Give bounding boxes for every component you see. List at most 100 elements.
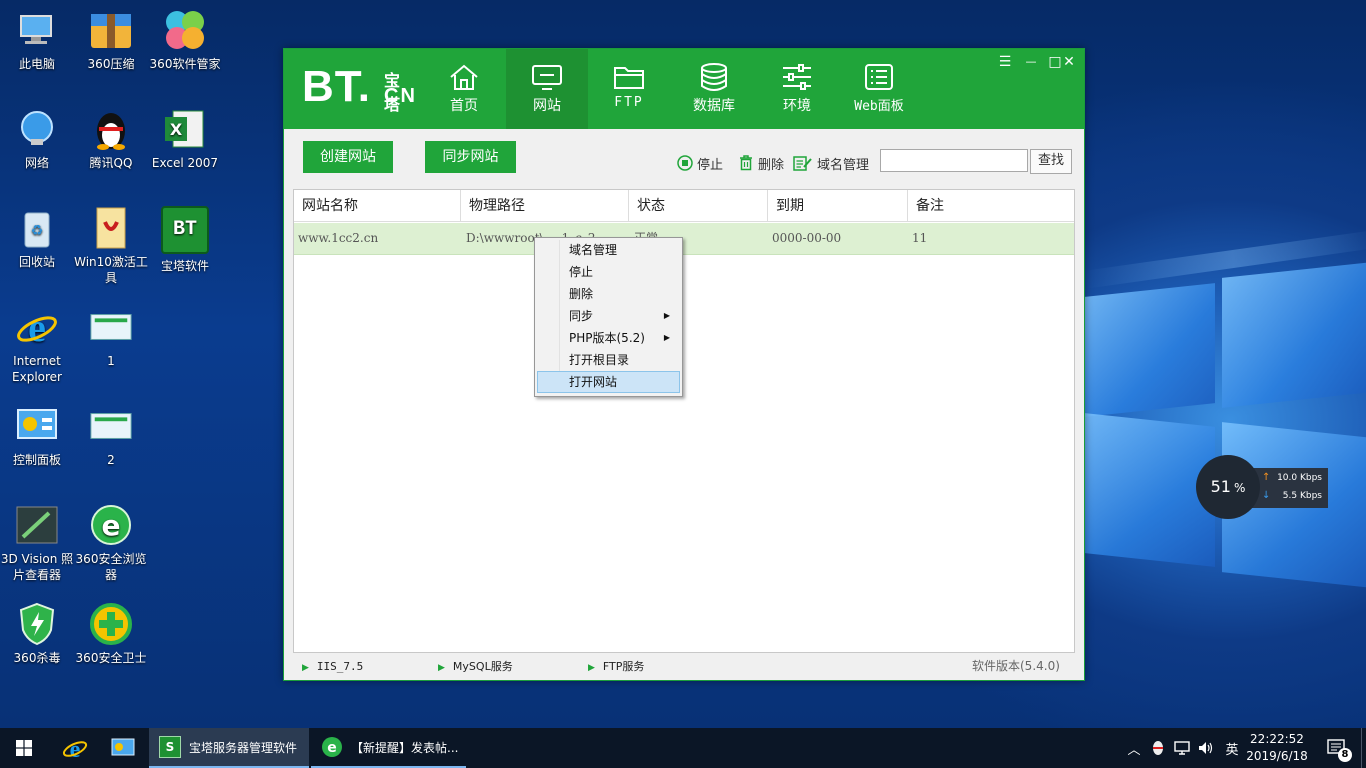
- column-header-status[interactable]: 状态: [629, 190, 768, 222]
- notification-count: 8: [1338, 748, 1352, 762]
- search-input[interactable]: [880, 149, 1028, 172]
- desktop-icon-label: 360安全浏览器: [75, 552, 147, 582]
- nav-home[interactable]: 首页: [423, 49, 505, 129]
- desktop-icon-network[interactable]: 网络: [0, 107, 74, 171]
- column-header-path[interactable]: 物理路径: [461, 190, 629, 222]
- desktop-icon-3d-vision[interactable]: 3D Vision 照片查看器: [0, 503, 74, 583]
- tray-qq-icon[interactable]: [1148, 728, 1168, 768]
- taskbar-task-bt-panel[interactable]: S 宝塔服务器管理软件: [149, 728, 309, 768]
- desktop-icon-label: Excel 2007: [151, 156, 219, 170]
- search-button[interactable]: 查找: [1030, 149, 1072, 174]
- memory-usage-circle[interactable]: 51%: [1196, 455, 1260, 519]
- desktop-icon-label: Win10激活工具: [74, 255, 148, 285]
- 360-software-manager-icon: [163, 8, 207, 52]
- menu-item-stop[interactable]: 停止: [537, 261, 680, 283]
- action-center-button[interactable]: 8: [1320, 728, 1354, 768]
- desktop-icon-excel-2007[interactable]: X Excel 2007: [148, 107, 222, 171]
- taskbar-ie-button[interactable]: e: [52, 728, 98, 768]
- create-site-button[interactable]: 创建网站: [303, 141, 393, 173]
- desktop-icon-360-antivirus[interactable]: 360杀毒: [0, 602, 74, 666]
- desktop-icon-ie[interactable]: e Internet Explorer: [0, 305, 74, 385]
- tray-expand-button[interactable]: ︿: [1124, 728, 1144, 768]
- control-panel-icon: [15, 404, 59, 448]
- menu-item-php-version[interactable]: PHP版本(5.2) ▶: [537, 327, 680, 349]
- taskbar-control-panel-button[interactable]: [100, 728, 146, 768]
- menu-item-sync[interactable]: 同步 ▶: [537, 305, 680, 327]
- speaker-icon: [1199, 742, 1213, 754]
- nav-environment[interactable]: 环境: [756, 49, 838, 129]
- desktop-icon-label: 360杀毒: [13, 651, 61, 665]
- domain-manage-label: 域名管理: [817, 157, 870, 173]
- stop-button[interactable]: 停止: [677, 153, 723, 173]
- desktop-icon-this-pc[interactable]: 此电脑: [0, 8, 74, 72]
- taskbar-task-browser[interactable]: e 【新提醒】发表帖...: [311, 728, 466, 768]
- nav-ftp[interactable]: FTP: [588, 49, 670, 129]
- logo-cn-bottom: CN: [384, 85, 417, 107]
- download-arrow-icon: ↓: [1262, 490, 1271, 501]
- table-row[interactable]: www.1cc2.cn D:\wwwroot\1c2 正常 0000-00-00…: [294, 223, 1074, 255]
- desktop-icon-label: 控制面板: [12, 453, 61, 467]
- delete-label: 删除: [758, 157, 785, 173]
- software-version: 软件版本(5.4.0): [972, 659, 1060, 673]
- window-logo-pane: [1085, 283, 1215, 417]
- menu-item-domain-manage[interactable]: 域名管理: [537, 239, 680, 261]
- network-speed-widget[interactable]: 51% ↑ 10.0 Kbps ↓ 5.5 Kbps: [1196, 455, 1328, 519]
- nav-label: 环境: [783, 98, 811, 114]
- network-speed-panel: ↑ 10.0 Kbps ↓ 5.5 Kbps: [1252, 468, 1328, 508]
- desktop-icon-win10-activate[interactable]: Win10激活工具: [74, 206, 148, 286]
- site-table: 网站名称 物理路径 状态 到期 备注 www.1cc2.cn D:\wwwroo…: [293, 189, 1075, 653]
- menu-item-delete[interactable]: 删除: [537, 283, 680, 305]
- desktop-icon-360-guard[interactable]: 360安全卫士: [74, 602, 148, 666]
- domain-manage-button[interactable]: 域名管理: [793, 153, 869, 173]
- desktop-icon-label: 360软件管家: [149, 57, 221, 71]
- stop-label: 停止: [697, 157, 724, 173]
- column-header-name[interactable]: 网站名称: [294, 190, 461, 222]
- tray-ime-indicator[interactable]: 英: [1222, 728, 1242, 768]
- sync-site-button[interactable]: 同步网站: [425, 141, 516, 173]
- nav-website[interactable]: 网站: [506, 49, 588, 129]
- desktop-icon-label: 网络: [24, 156, 49, 170]
- desktop-icon-label: 2: [107, 453, 115, 467]
- tray-clock[interactable]: 22:22:52 2019/6/18: [1246, 728, 1308, 768]
- column-header-note[interactable]: 备注: [908, 190, 1074, 222]
- status-ftp: ▶ FTP服务: [588, 657, 644, 675]
- qq-penguin-icon: [89, 107, 133, 151]
- window-close-button[interactable]: ✕: [1056, 52, 1082, 72]
- window-minimize-button[interactable]: —: [1018, 52, 1044, 72]
- menu-item-label: 停止: [569, 265, 594, 279]
- tray-volume-icon[interactable]: [1196, 728, 1216, 768]
- tray-network-icon[interactable]: [1172, 728, 1192, 768]
- desktop-icon-360-browser[interactable]: e 360安全浏览器: [74, 503, 148, 583]
- desktop-icon-360-software-manager[interactable]: 360软件管家: [148, 8, 222, 72]
- desktop-icon-control-panel[interactable]: 控制面板: [0, 404, 74, 468]
- recycle-bin-icon: ♻: [15, 206, 59, 250]
- desktop-icon-360-zip[interactable]: 360压缩: [74, 8, 148, 72]
- window-menu-button[interactable]: ☰: [992, 52, 1018, 72]
- upload-arrow-icon: ↑: [1262, 472, 1271, 483]
- app-header: BT. 宝塔 CN 首页 网站 FTP 数据库 环境 Web面板 ☰ — □ ✕: [284, 49, 1084, 129]
- nav-label: 首页: [450, 98, 478, 114]
- task-label: 宝塔服务器管理软件: [189, 740, 298, 755]
- desktop-icon-2[interactable]: 2: [74, 404, 148, 468]
- trash-icon: [740, 155, 752, 171]
- desktop-icon-bt-panel[interactable]: BT 宝塔软件: [148, 206, 222, 274]
- column-header-expire[interactable]: 到期: [768, 190, 908, 222]
- menu-item-label: 域名管理: [569, 243, 618, 257]
- folder-icon: [614, 67, 644, 89]
- nav-web-panel[interactable]: Web面板: [838, 49, 920, 129]
- desktop-icon-qq[interactable]: 腾讯QQ: [74, 107, 148, 171]
- desktop-icon-label: 3D Vision 照片查看器: [0, 552, 74, 582]
- activation-tool-icon: [89, 206, 133, 250]
- menu-item-open-website[interactable]: 打开网站: [537, 371, 680, 393]
- desktop-icon-recycle-bin[interactable]: ♻ 回收站: [0, 206, 74, 270]
- delete-button[interactable]: 删除: [738, 153, 784, 173]
- status-run-icon: ▶: [588, 663, 595, 673]
- 360-antivirus-shield-icon: [15, 602, 59, 646]
- desktop-icon-1[interactable]: 1: [74, 305, 148, 369]
- menu-item-open-root-dir[interactable]: 打开根目录: [537, 349, 680, 371]
- svg-text:X: X: [170, 120, 183, 139]
- start-button[interactable]: [0, 728, 48, 768]
- 360-guard-icon: [89, 602, 133, 646]
- show-desktop-button[interactable]: [1361, 728, 1366, 768]
- nav-database[interactable]: 数据库: [673, 49, 755, 129]
